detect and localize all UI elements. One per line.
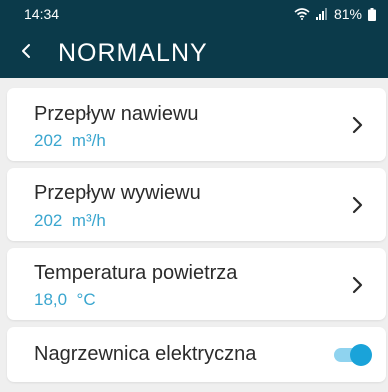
list-item-title: Temperatura powietrza <box>34 262 238 284</box>
list-item-supply-flow[interactable]: Przepływ nawiewu 202 m³/h <box>7 88 386 161</box>
toggle-knob <box>350 344 372 366</box>
list-item-electric-heater: Nagrzewnica elektryczna <box>7 327 386 382</box>
battery-icon <box>368 7 376 21</box>
page-title: NORMALNY <box>58 38 208 67</box>
chevron-right-icon <box>352 116 364 139</box>
list-item-value: 18,0 °C <box>34 290 96 309</box>
app-header: NORMALNY <box>0 28 388 78</box>
list-item-exhaust-flow[interactable]: Przepływ wywiewu 202 m³/h <box>7 168 386 241</box>
chevron-left-icon <box>20 43 32 64</box>
chevron-right-icon <box>352 196 364 219</box>
electric-heater-toggle[interactable] <box>332 343 372 366</box>
status-icons: 81% <box>294 6 376 22</box>
list-item-value: 202 m³/h <box>34 131 106 150</box>
battery-percent: 81% <box>333 6 362 22</box>
list-item-title: Przepływ wywiewu <box>34 182 201 204</box>
list-item-title: Nagrzewnica elektryczna <box>34 343 257 365</box>
chevron-right-icon <box>352 276 364 299</box>
list-item-air-temperature[interactable]: Temperatura powietrza 18,0 °C <box>7 248 386 320</box>
wifi-icon <box>294 8 310 20</box>
signal-icon <box>315 8 328 20</box>
status-bar: 14:34 81% <box>0 0 388 28</box>
list-item-value: 202 m³/h <box>34 211 106 230</box>
back-button[interactable] <box>0 28 52 78</box>
list-item-title: Przepływ nawiewu <box>34 103 199 125</box>
status-time: 14:34 <box>24 6 60 22</box>
